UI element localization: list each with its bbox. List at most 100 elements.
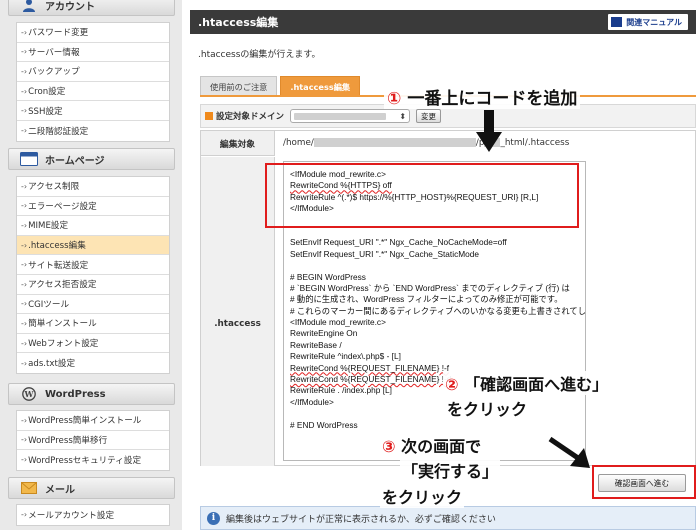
arrow-right-icon: -› xyxy=(21,338,28,348)
sidebar-item-site-redirect[interactable]: -› サイト転送設定 xyxy=(17,255,169,275)
sidebar-item-access-restriction[interactable]: -› アクセス制限 xyxy=(17,177,169,197)
code-line: SetEnvIf Request_URI ".*" Ngx_Cache_NoCa… xyxy=(290,237,507,248)
sidebar-item-wp-install[interactable]: -› WordPress簡単インストール xyxy=(17,411,169,431)
annotation-step2-line2: をクリック xyxy=(445,396,530,420)
annotation-step2-line1: ② 「確認画面へ進む」 xyxy=(443,371,611,395)
sidebar-item-access-deny[interactable]: -› アクセス拒否設定 xyxy=(17,275,169,295)
sidebar-item-mime[interactable]: -› MIME設定 xyxy=(17,216,169,236)
sidebar-section-mail[interactable]: メール xyxy=(8,477,175,499)
annotation-step3-line3: をクリック xyxy=(380,484,465,508)
arrow-right-icon: -› xyxy=(21,27,28,37)
change-domain-button[interactable]: 変更 xyxy=(416,109,442,123)
arrow-right-icon: -› xyxy=(21,455,28,465)
blurred-domain xyxy=(294,113,387,120)
sidebar-item-webfont[interactable]: -› Webフォント設定 xyxy=(17,334,169,354)
arrow-right-icon: -› xyxy=(21,47,28,57)
sidebar: アカウント -› パスワード変更 -› サーバー情報 -› バックアップ -› Cron… xyxy=(0,0,182,530)
code-highlight-box xyxy=(265,163,579,228)
code-line: </IfModule> xyxy=(290,396,334,407)
code-line: RewriteEngine On xyxy=(290,328,358,339)
code-line: RewriteRule ^index\.php$ - [L] xyxy=(290,351,401,362)
page-description: .htaccessの編集が行えます。 xyxy=(198,50,321,60)
arrow-right-icon: -› xyxy=(21,181,28,191)
annotation-step1: ① 一番上にコードを追加 xyxy=(384,84,581,109)
related-manual-button[interactable]: 関連マニュアル xyxy=(608,14,688,30)
tab-precautions[interactable]: 使用前のご注意 xyxy=(200,76,278,96)
sidebar-item-backup[interactable]: -› バックアップ xyxy=(17,62,169,82)
arrow-right-icon: -› xyxy=(21,220,28,230)
arrow-right-icon: -› xyxy=(21,240,28,250)
tab-bar: 使用前のご注意 .htaccess編集 xyxy=(200,76,363,96)
arrow-down-icon xyxy=(476,110,502,152)
arrow-right-icon: -› xyxy=(21,435,28,445)
edit-target-path: /home//p _html/.htaccess xyxy=(283,138,570,148)
code-line: SetEnvIf Request_URI ".*" Ngx_Cache_Stat… xyxy=(290,248,479,259)
sidebar-item-password[interactable]: -› パスワード変更 xyxy=(17,23,169,43)
tab-htaccess-edit[interactable]: .htaccess編集 xyxy=(280,76,361,96)
domain-select[interactable]: ⬍ xyxy=(290,109,411,123)
sidebar-list-mail: -› メールアカウント設定 xyxy=(16,504,170,526)
info-icon: i xyxy=(207,511,220,525)
manual-book-icon xyxy=(611,17,623,27)
htaccess-label: .htaccess xyxy=(201,157,275,466)
annotation-step3-line1: ③ 次の画面で xyxy=(380,433,484,457)
page-title: .htaccess編集 xyxy=(198,16,279,29)
sidebar-section-title: アカウント xyxy=(45,1,95,13)
sidebar-section-account[interactable]: アカウント xyxy=(8,0,175,16)
blurred-path xyxy=(313,138,476,147)
edit-target-label: 編集対象 xyxy=(201,131,275,156)
sidebar-item-server-info[interactable]: -› サーバー情報 xyxy=(17,43,169,63)
button-highlight-box xyxy=(592,465,696,499)
sidebar-item-wp-migrate[interactable]: -› WordPress簡単移行 xyxy=(17,431,169,451)
sidebar-section-title: ホームページ xyxy=(45,155,105,167)
sidebar-item-wp-security[interactable]: -› WordPressセキュリティ設定 xyxy=(17,450,169,470)
arrow-right-icon: -› xyxy=(21,201,28,211)
sidebar-section-homepage[interactable]: ホームページ xyxy=(8,148,175,170)
code-line: # これらのマーカー間にあるディレクティブへのいかなる変更も上書きされてしまいま… xyxy=(290,305,586,316)
page-header: .htaccess編集 関連マニュアル xyxy=(190,10,696,34)
arrow-right-icon: -› xyxy=(21,126,28,136)
homepage-icon xyxy=(19,151,39,167)
code-line: # END WordPress xyxy=(290,419,358,430)
sidebar-item-2fa[interactable]: -› 二段階認証設定 xyxy=(17,121,169,141)
sidebar-section-title: WordPress xyxy=(45,388,106,400)
sidebar-item-htaccess[interactable]: -› .htaccess編集 xyxy=(17,235,169,256)
wordpress-icon: W xyxy=(19,386,39,402)
code-line: RewriteBase / xyxy=(290,339,342,350)
sidebar-section-wordpress[interactable]: W WordPress xyxy=(8,383,175,405)
arrow-right-icon: -› xyxy=(21,279,28,289)
sidebar-item-mail-account[interactable]: -› メールアカウント設定 xyxy=(17,505,169,525)
arrow-right-icon: -› xyxy=(21,358,28,368)
code-line: # BEGIN WordPress xyxy=(290,271,366,282)
arrow-right-icon: -› xyxy=(21,299,28,309)
annotation-step3-line2: 「実行する」 xyxy=(400,458,501,482)
arrow-right-icon: -› xyxy=(21,106,28,116)
user-icon xyxy=(19,0,39,13)
select-arrows-icon: ⬍ xyxy=(399,112,407,121)
sidebar-item-cron[interactable]: -› Cron設定 xyxy=(17,82,169,102)
sidebar-item-ssh[interactable]: -› SSH設定 xyxy=(17,101,169,121)
info-notice: i 編集後はウェブサイトが正常に表示されるか、必ずご確認ください xyxy=(200,506,696,530)
code-line: # `BEGIN WordPress` から `END WordPress` ま… xyxy=(290,282,570,293)
arrow-right-icon: -› xyxy=(21,66,28,76)
arrow-right-icon: -› xyxy=(21,318,28,328)
arrow-right-icon: -› xyxy=(21,510,28,520)
sidebar-item-easy-install[interactable]: -› 簡単インストール xyxy=(17,314,169,334)
arrow-right-icon: -› xyxy=(21,415,28,425)
sidebar-item-error-page[interactable]: -› エラーページ設定 xyxy=(17,197,169,217)
sidebar-section-title: メール xyxy=(45,484,75,496)
sidebar-list-account: -› パスワード変更 -› サーバー情報 -› バックアップ -› Cron設定 -› S… xyxy=(16,22,170,142)
arrow-right-icon: -› xyxy=(21,260,28,270)
domain-label: 設定対象ドメイン xyxy=(216,112,285,122)
sidebar-item-ads-txt[interactable]: -› ads.txt設定 xyxy=(17,353,169,373)
sidebar-list-homepage: -› アクセス制限 -› エラーページ設定 -› MIME設定 -› .htaccess… xyxy=(16,176,170,374)
sidebar-list-wordpress: -› WordPress簡単インストール -› WordPress簡単移行 -› Wo… xyxy=(16,410,170,471)
arrow-diagonal-icon xyxy=(548,436,590,468)
code-line: # 動的に生成され、WordPress フィルターによってのみ修正が可能です。 xyxy=(290,294,563,305)
sidebar-item-cgi[interactable]: -› CGIツール xyxy=(17,295,169,315)
code-line: <IfModule mod_rewrite.c> xyxy=(290,317,386,328)
svg-text:W: W xyxy=(24,389,35,399)
mail-icon xyxy=(19,480,39,496)
